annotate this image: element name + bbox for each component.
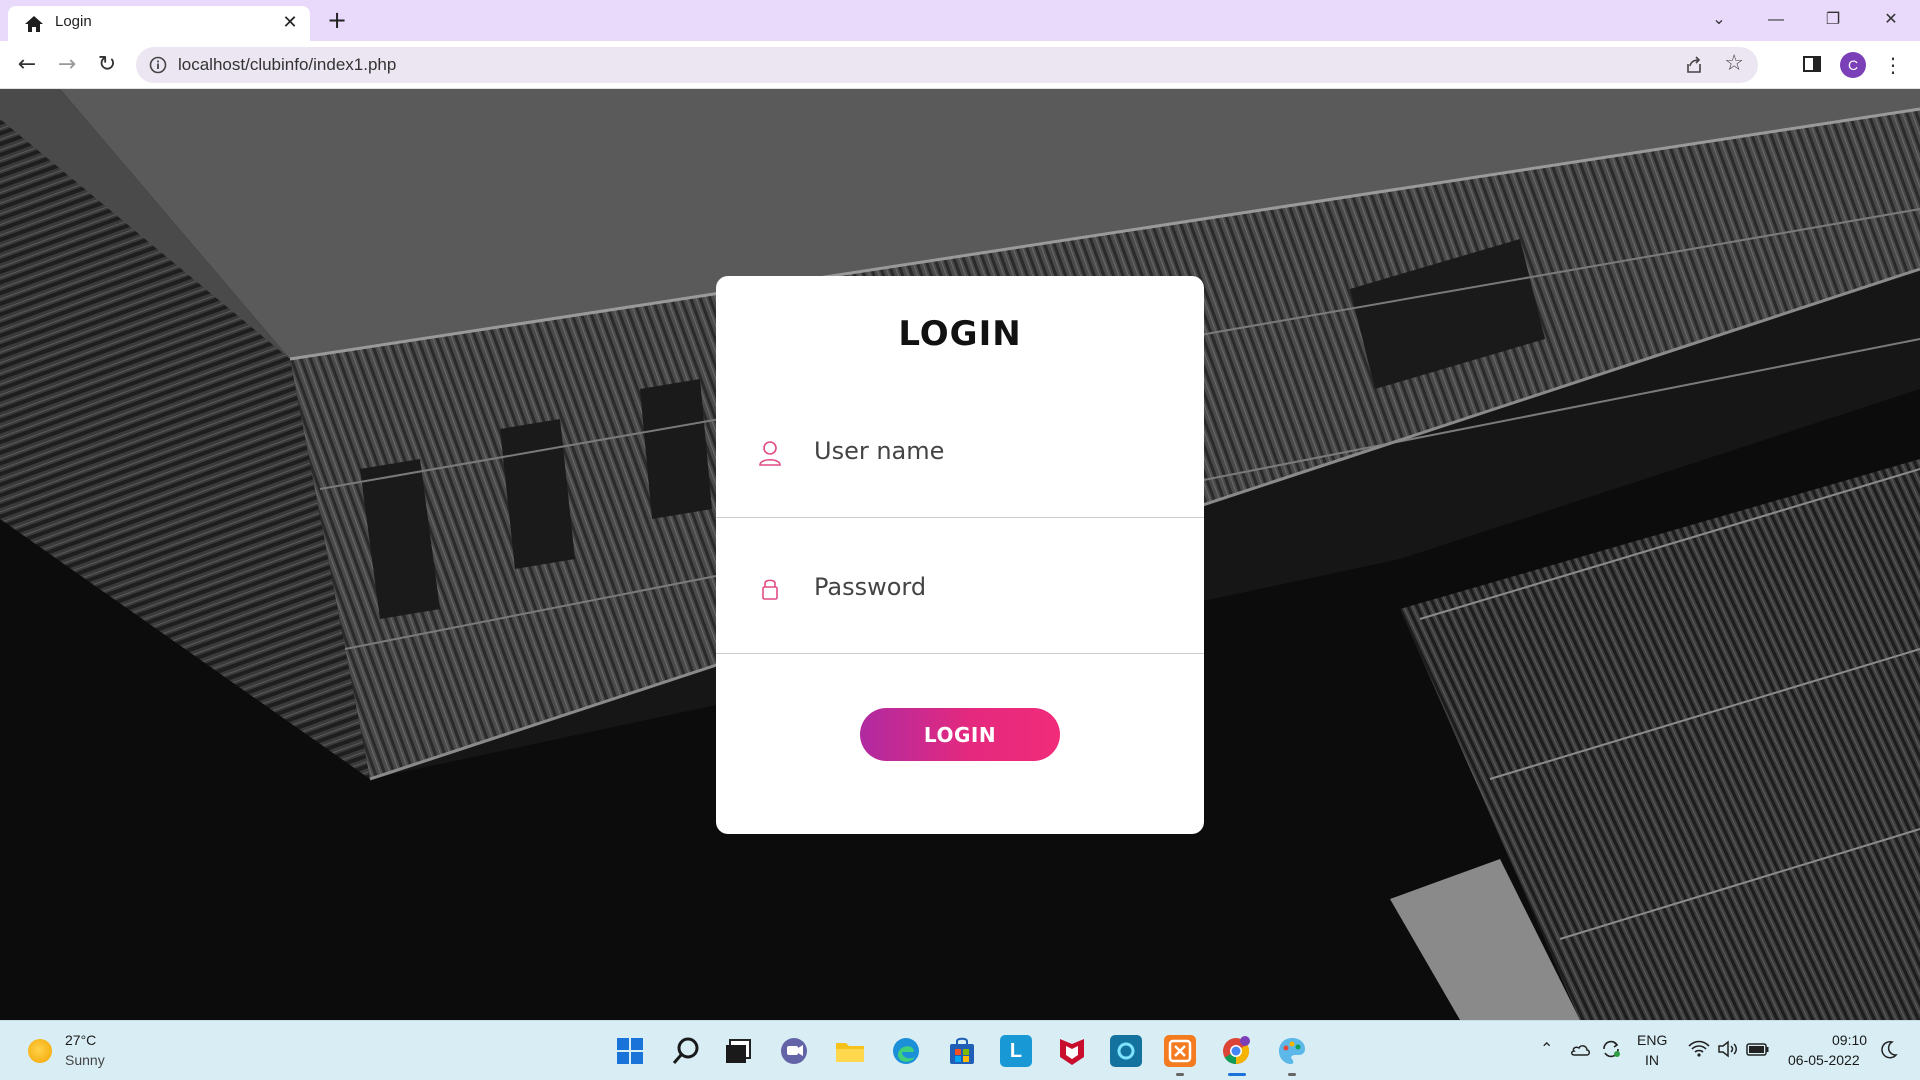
chrome-active-indicator bbox=[1228, 1073, 1246, 1076]
onedrive-cloud-icon[interactable] bbox=[1569, 1041, 1591, 1057]
home-icon bbox=[25, 16, 43, 32]
username-field bbox=[716, 383, 1204, 518]
back-icon[interactable]: ← bbox=[12, 50, 42, 80]
l-app-icon[interactable]: L bbox=[1000, 1035, 1032, 1067]
paint-icon[interactable] bbox=[1276, 1035, 1308, 1067]
xampp-icon[interactable] bbox=[1164, 1035, 1196, 1067]
restore-icon[interactable]: ❐ bbox=[1818, 6, 1848, 34]
share-icon[interactable] bbox=[1684, 55, 1704, 75]
chrome-icon[interactable] bbox=[1220, 1035, 1252, 1067]
browser-toolbar: ← → ↻ localhost/clubinfo/index1.php ☆ ⋮ bbox=[0, 41, 1920, 89]
url-text: localhost/clubinfo/index1.php bbox=[178, 55, 397, 74]
search-icon[interactable] bbox=[670, 1035, 702, 1067]
language-indicator-line2[interactable]: IN bbox=[1645, 1052, 1659, 1068]
edge-icon[interactable] bbox=[890, 1035, 922, 1067]
paint-running-indicator bbox=[1288, 1073, 1296, 1076]
weather-description[interactable]: Sunny bbox=[65, 1052, 105, 1068]
wifi-icon[interactable] bbox=[1688, 1040, 1710, 1058]
file-explorer-icon[interactable] bbox=[834, 1035, 866, 1067]
language-indicator-line1[interactable]: ENG bbox=[1637, 1032, 1667, 1048]
side-panel-icon[interactable] bbox=[1802, 54, 1822, 74]
tab-title: Login bbox=[55, 13, 92, 30]
login-title: LOGIN bbox=[898, 314, 1022, 354]
teams-chat-icon[interactable] bbox=[778, 1035, 810, 1067]
clock-time[interactable]: 09:10 bbox=[1832, 1032, 1867, 1048]
address-bar[interactable]: localhost/clubinfo/index1.php ☆ bbox=[136, 47, 1758, 83]
l-app-glyph: L bbox=[1009, 1040, 1023, 1062]
tab-search-icon[interactable]: ⌄ bbox=[1704, 6, 1734, 34]
show-hidden-icons-chevron-icon[interactable]: ⌃ bbox=[1540, 1039, 1553, 1059]
forward-icon[interactable]: → bbox=[52, 50, 82, 80]
close-window-icon[interactable]: ✕ bbox=[1876, 6, 1906, 34]
lock-icon bbox=[762, 579, 778, 600]
volume-icon[interactable] bbox=[1717, 1040, 1739, 1058]
mcafee-icon[interactable] bbox=[1056, 1035, 1088, 1067]
sun-icon[interactable] bbox=[28, 1039, 52, 1063]
browser-tab-strip: Login ✕ + ⌄ — ❐ ✕ bbox=[0, 0, 1920, 41]
sync-icon[interactable] bbox=[1600, 1038, 1622, 1060]
new-tab-button[interactable]: + bbox=[324, 8, 350, 34]
battery-icon[interactable] bbox=[1746, 1041, 1770, 1057]
login-button[interactable]: LOGIN bbox=[860, 708, 1060, 761]
user-icon bbox=[759, 441, 781, 466]
bookmark-star-icon[interactable]: ☆ bbox=[1724, 52, 1744, 76]
start-icon[interactable] bbox=[614, 1035, 646, 1067]
notification-moon-icon[interactable] bbox=[1880, 1040, 1898, 1060]
task-view-icon[interactable] bbox=[722, 1035, 754, 1067]
tab-login[interactable]: Login ✕ bbox=[8, 6, 310, 41]
close-tab-icon[interactable]: ✕ bbox=[280, 13, 300, 33]
profile-avatar[interactable]: C bbox=[1840, 52, 1866, 78]
taskbar: 27°C Sunny L ⌃ ENG IN 09:10 06-05-2022 bbox=[0, 1020, 1920, 1080]
weather-temperature[interactable]: 27°C bbox=[65, 1032, 96, 1048]
login-card: LOGIN LOGIN bbox=[716, 276, 1204, 834]
minimize-icon[interactable]: — bbox=[1761, 6, 1791, 34]
xampp-running-indicator bbox=[1176, 1073, 1184, 1076]
page-viewport: LOGIN LOGIN bbox=[0, 89, 1920, 1020]
xampp-logo-icon bbox=[1168, 1039, 1192, 1063]
cortana-ring-icon bbox=[1117, 1042, 1135, 1060]
menu-dots-icon[interactable]: ⋮ bbox=[1878, 50, 1908, 80]
site-info-icon[interactable] bbox=[149, 56, 167, 74]
store-icon[interactable] bbox=[946, 1035, 978, 1067]
clock-date[interactable]: 06-05-2022 bbox=[1788, 1052, 1860, 1068]
password-field bbox=[716, 519, 1204, 654]
password-input[interactable] bbox=[814, 567, 1174, 607]
username-input[interactable] bbox=[814, 431, 1174, 471]
reload-icon[interactable]: ↻ bbox=[92, 50, 122, 80]
cortana-icon[interactable] bbox=[1110, 1035, 1142, 1067]
